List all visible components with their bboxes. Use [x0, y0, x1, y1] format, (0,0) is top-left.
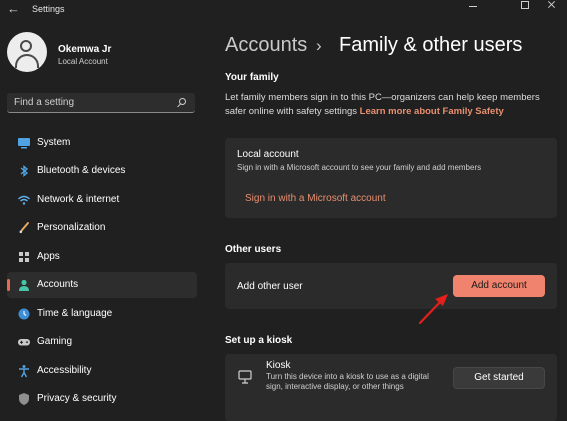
family-safety-link[interactable]: Learn more about Family Safety — [360, 106, 504, 117]
sidebar-item-label: Bluetooth & devices — [37, 165, 126, 176]
section-heading-other-users: Other users — [225, 244, 282, 255]
sidebar-item-label: Personalization — [37, 222, 106, 233]
bluetooth-icon — [20, 165, 29, 177]
search-placeholder: Find a setting — [14, 97, 75, 108]
sidebar-item-apps[interactable]: Apps — [7, 244, 197, 270]
avatar-head — [20, 40, 32, 52]
maximize-button[interactable] — [510, 0, 540, 14]
sidebar-item-bluetooth[interactable]: Bluetooth & devices — [7, 158, 197, 184]
back-arrow-icon[interactable]: ← — [7, 2, 20, 16]
accessibility-icon — [19, 365, 29, 378]
sidebar-item-label: Privacy & security — [37, 393, 117, 404]
window-title: Settings — [32, 4, 65, 14]
sidebar-item-label: Time & language — [37, 308, 113, 319]
sidebar-item-network[interactable]: Network & internet — [7, 187, 197, 213]
microsoft-signin-link[interactable]: Sign in with a Microsoft account — [245, 193, 386, 204]
sidebar-item-label: Network & internet — [37, 194, 120, 205]
local-account-title: Local account — [237, 149, 299, 160]
local-account-card: Local account Sign in with a Microsoft a… — [225, 138, 557, 218]
globe-clock-icon — [18, 308, 30, 320]
sidebar-item-label: Accounts — [37, 279, 79, 290]
sidebar-item-label: Gaming — [37, 336, 73, 347]
sidebar-item-privacy-security[interactable]: Privacy & security — [7, 386, 197, 412]
kiosk-description: Turn this device into a kiosk to use as … — [266, 372, 429, 391]
title-bar: ← Settings — [0, 0, 567, 20]
local-account-description: Sign in with a Microsoft account to see … — [237, 163, 482, 172]
apps-icon — [19, 252, 29, 262]
add-account-button[interactable]: Add account — [453, 275, 545, 297]
search-input[interactable]: Find a setting — [7, 93, 195, 113]
avatar-body — [15, 54, 39, 68]
close-button[interactable] — [537, 0, 567, 14]
sidebar-item-accounts[interactable]: Accounts — [7, 272, 197, 298]
kiosk-icon — [238, 370, 252, 384]
sidebar-item-label: System — [37, 137, 71, 148]
sidebar-item-label: Accessibility — [37, 365, 92, 376]
user-name: Okemwa Jr — [58, 44, 112, 55]
add-other-user-label: Add other user — [237, 281, 303, 292]
sidebar-item-time-language[interactable]: Time & language — [7, 301, 197, 327]
kiosk-title: Kiosk — [266, 360, 291, 371]
kiosk-card: Kiosk Turn this device into a kiosk to u… — [225, 354, 557, 421]
sidebar-item-accessibility[interactable]: Accessibility — [7, 358, 197, 384]
avatar[interactable] — [7, 32, 47, 72]
search-icon — [179, 98, 186, 105]
add-other-user-card: Add other user Add account — [225, 263, 557, 309]
section-heading-your-family: Your family — [225, 72, 279, 83]
section-heading-kiosk: Set up a kiosk — [225, 335, 293, 346]
person-icon — [19, 279, 29, 291]
gamepad-icon — [18, 339, 30, 346]
shield-icon — [19, 393, 29, 405]
sidebar-item-system[interactable]: System — [7, 130, 197, 156]
active-indicator — [7, 279, 10, 291]
annotation-arrow-icon — [418, 294, 448, 325]
breadcrumb-separator-icon: › — [316, 36, 322, 55]
wifi-icon — [18, 195, 30, 205]
account-type: Local Account — [58, 57, 108, 66]
monitor-icon — [18, 138, 30, 149]
breadcrumb-parent[interactable]: Accounts — [225, 34, 307, 57]
minimize-button[interactable] — [458, 0, 488, 14]
sidebar-item-personalization[interactable]: Personalization — [7, 215, 197, 241]
family-description: Let family members sign in to this PC—or… — [225, 91, 550, 119]
brush-icon — [19, 222, 29, 234]
sidebar-item-label: Apps — [37, 251, 60, 262]
page-title: Family & other users — [339, 34, 523, 56]
get-started-button[interactable]: Get started — [453, 367, 545, 389]
sidebar-item-gaming[interactable]: Gaming — [7, 329, 197, 355]
